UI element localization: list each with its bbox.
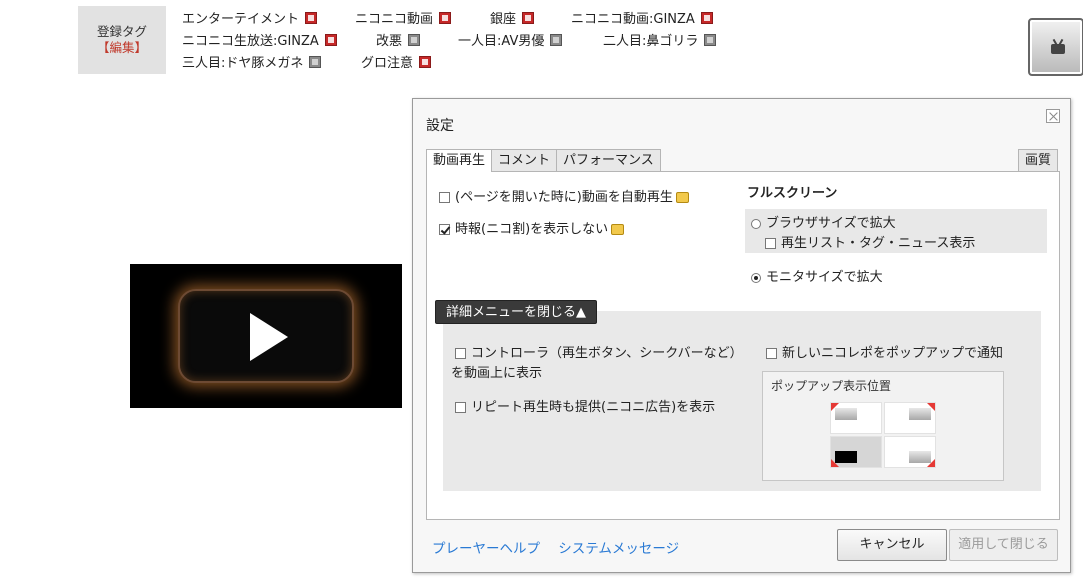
show-lists-label: 再生リスト・タグ・ニュース表示: [781, 236, 976, 251]
repeat-ad-option[interactable]: リピート再生時も提供(ニコニ広告)を表示: [455, 396, 715, 415]
popup-preview: [835, 451, 857, 463]
browser-size-option[interactable]: ブラウザサイズで拡大: [751, 212, 896, 231]
tag-item[interactable]: エンターテイメント: [182, 8, 318, 27]
dictionary-icon[interactable]: [419, 55, 432, 68]
jihou-checkbox[interactable]: [439, 224, 450, 235]
show-lists-option[interactable]: 再生リスト・タグ・ニュース表示: [765, 232, 975, 251]
settings-dialog: 設定 動画再生 コメント パフォーマンス 画質 (ページを開いた時に)動画を自動…: [412, 98, 1071, 573]
repeat-ad-checkbox[interactable]: [455, 402, 466, 413]
tag-item[interactable]: 一人目:AV男優: [458, 30, 563, 49]
popup-pos-top-left[interactable]: [830, 402, 882, 434]
popup-position-box: ポップアップ表示位置: [762, 371, 1004, 481]
playback-panel: (ページを開いた時に)動画を自動再生 時報(ニコ割)を表示しない フルスクリーン…: [426, 171, 1060, 520]
settings-tabs: 動画再生 コメント パフォーマンス: [426, 149, 661, 172]
tv-icon: [1051, 44, 1065, 54]
browser-size-group: ブラウザサイズで拡大 再生リスト・タグ・ニュース表示: [745, 209, 1047, 253]
tag-row-3: 三人目:ドヤ豚メガネ グロ注意: [182, 50, 742, 72]
nicorepo-popup-checkbox[interactable]: [766, 348, 777, 359]
popup-pos-bottom-left[interactable]: [830, 436, 882, 468]
controller-checkbox[interactable]: [455, 348, 466, 359]
dictionary-icon[interactable]: [324, 33, 337, 46]
tag-name[interactable]: 改悪: [376, 30, 402, 49]
dictionary-icon[interactable]: [439, 11, 452, 24]
tag-row-2: ニコニコ生放送:GINZA 改悪 一人目:AV男優 二人目:鼻ゴリラ: [182, 28, 742, 50]
tab-playback[interactable]: 動画再生: [426, 149, 493, 172]
player-help-link[interactable]: プレーヤーヘルプ: [432, 541, 540, 557]
tag-label: 登録タグ: [96, 24, 147, 39]
tab-comment[interactable]: コメント: [491, 149, 558, 171]
system-message-link[interactable]: システムメッセージ: [558, 541, 679, 557]
popup-preview: [835, 408, 857, 420]
tag-name[interactable]: 銀座: [490, 8, 516, 27]
tag-list: エンターテイメント ニコニコ動画 銀座 ニコニコ動画:GINZA ニコニコ生放送…: [182, 6, 742, 72]
tag-item[interactable]: ニコニコ生放送:GINZA: [182, 30, 337, 49]
dictionary-icon[interactable]: [522, 11, 535, 24]
tag-item[interactable]: 三人目:ドヤ豚メガネ: [182, 52, 322, 71]
tv-mode-button[interactable]: [1028, 18, 1083, 76]
popup-pos-bottom-right[interactable]: [884, 436, 936, 468]
tag-name[interactable]: ニコニコ動画: [355, 8, 433, 27]
tag-name[interactable]: 三人目:ドヤ豚メガネ: [182, 52, 303, 71]
tab-performance[interactable]: パフォーマンス: [556, 149, 661, 171]
dictionary-icon[interactable]: [700, 11, 713, 24]
jihou-option[interactable]: 時報(ニコ割)を表示しない: [439, 218, 625, 237]
close-icon[interactable]: [1046, 109, 1060, 123]
popup-preview: [909, 451, 931, 463]
tag-name[interactable]: グロ注意: [361, 52, 413, 71]
controller-option[interactable]: コントローラ（再生ボタン、シークバーなど）: [455, 342, 743, 361]
nicorepo-popup-option[interactable]: 新しいニコレポをポップアップで通知: [766, 342, 1003, 361]
tag-item[interactable]: 改悪: [376, 30, 421, 49]
tag-item[interactable]: ニコニコ動画: [355, 8, 452, 27]
tag-name[interactable]: ニコニコ動画:GINZA: [571, 8, 695, 27]
no-dictionary-icon[interactable]: [309, 55, 322, 68]
browser-size-label: ブラウザサイズで拡大: [766, 216, 896, 231]
popup-preview: [909, 408, 931, 420]
tag-row-1: エンターテイメント ニコニコ動画 銀座 ニコニコ動画:GINZA: [182, 6, 742, 28]
tag-name[interactable]: ニコニコ生放送:GINZA: [182, 30, 319, 49]
repeat-ad-label: リピート再生時も提供(ニコニ広告)を表示: [471, 400, 716, 415]
show-lists-checkbox[interactable]: [765, 238, 776, 249]
footer-links: プレーヤーヘルプ システムメッセージ: [432, 537, 693, 557]
tag-item[interactable]: ニコニコ動画:GINZA: [571, 8, 713, 27]
tag-item[interactable]: 銀座: [490, 8, 535, 27]
monitor-size-radio[interactable]: [751, 272, 761, 283]
cancel-button[interactable]: キャンセル: [837, 529, 947, 561]
tag-item[interactable]: 二人目:鼻ゴリラ: [603, 30, 717, 49]
jihou-label: 時報(ニコ割)を表示しない: [455, 222, 609, 237]
no-dictionary-icon[interactable]: [704, 33, 717, 46]
tag-item[interactable]: グロ注意: [361, 52, 432, 71]
no-dictionary-icon[interactable]: [408, 33, 421, 46]
autoplay-option[interactable]: (ページを開いた時に)動画を自動再生: [439, 186, 689, 205]
play-button[interactable]: [178, 289, 354, 383]
premium-tv-icon: [611, 224, 625, 235]
tag-edit-link[interactable]: 【編集】: [78, 40, 166, 56]
tag-name[interactable]: エンターテイメント: [182, 8, 299, 27]
popup-pos-top-right[interactable]: [884, 402, 936, 434]
nicorepo-popup-label: 新しいニコレポをポップアップで通知: [782, 346, 1004, 361]
autoplay-checkbox[interactable]: [439, 192, 450, 203]
popup-position-title: ポップアップ表示位置: [771, 379, 892, 393]
monitor-size-label: モニタサイズで拡大: [766, 270, 883, 285]
controller-label-2: を動画上に表示: [451, 366, 543, 381]
dictionary-icon[interactable]: [305, 11, 318, 24]
monitor-size-option[interactable]: モニタサイズで拡大: [751, 266, 883, 285]
premium-tv-icon: [675, 192, 689, 203]
apply-close-button[interactable]: 適用して閉じる: [949, 529, 1058, 561]
no-dictionary-icon[interactable]: [550, 33, 563, 46]
play-icon: [250, 313, 288, 361]
fullscreen-heading: フルスクリーン: [747, 186, 838, 201]
autoplay-label: (ページを開いた時に)動画を自動再生: [455, 190, 673, 205]
tag-name[interactable]: 一人目:AV男優: [458, 30, 544, 49]
video-player[interactable]: [130, 264, 402, 408]
tab-quality[interactable]: 画質: [1017, 149, 1058, 171]
tag-label-box: 登録タグ 【編集】: [78, 6, 166, 74]
tag-name[interactable]: 二人目:鼻ゴリラ: [603, 30, 698, 49]
browser-size-radio[interactable]: [751, 218, 761, 229]
detail-toggle-button[interactable]: 詳細メニューを閉じる▲: [435, 300, 597, 324]
dialog-title: 設定: [426, 118, 454, 134]
controller-label-1: コントローラ（再生ボタン、シークバーなど）: [471, 346, 743, 361]
